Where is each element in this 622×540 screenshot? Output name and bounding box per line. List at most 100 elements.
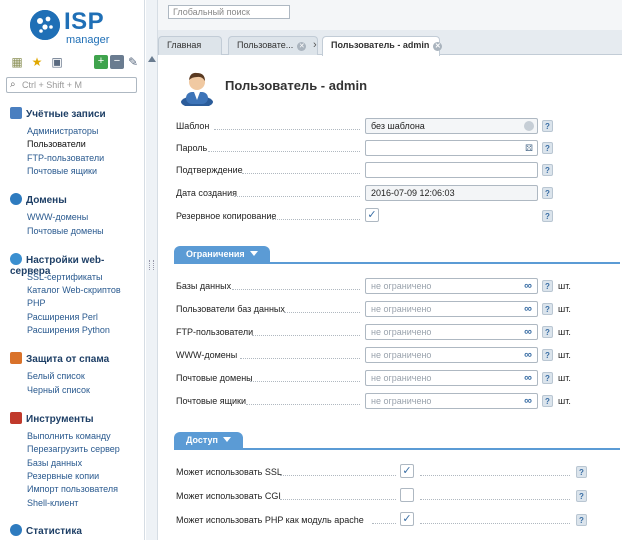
menu-item-reboot-server[interactable]: Перезагрузить сервер: [27, 444, 120, 454]
help-icon[interactable]: ?: [542, 349, 553, 361]
help-icon[interactable]: ?: [576, 466, 587, 478]
menu-item-users[interactable]: Пользователи: [27, 139, 86, 149]
menu-group-title: Статистика: [26, 526, 82, 537]
unit-label: шт.: [558, 304, 571, 314]
dotted-leader: [420, 523, 570, 524]
limit-label: Пользователи баз данных: [176, 304, 285, 314]
close-tab-icon[interactable]: ✕: [433, 42, 443, 51]
help-icon[interactable]: ?: [576, 490, 587, 502]
collapse-all-icon[interactable]: −: [110, 55, 124, 69]
section-title: Ограничения: [186, 249, 245, 259]
limit-databases-input[interactable]: не ограничено ∞: [365, 278, 538, 294]
help-icon[interactable]: ?: [542, 120, 553, 132]
global-search-input[interactable]: [168, 5, 290, 19]
infinity-icon[interactable]: ∞: [524, 349, 532, 361]
help-icon[interactable]: ?: [542, 280, 553, 292]
field-label: Пароль: [176, 143, 208, 153]
menu-item-databases[interactable]: Базы данных: [27, 458, 82, 468]
limit-mail-domains-input[interactable]: не ограничено ∞: [365, 370, 538, 386]
limit-placeholder: не ограничено: [371, 327, 432, 337]
menu-group-tools[interactable]: Инструменты: [10, 412, 94, 425]
limit-db-users-input[interactable]: не ограничено ∞: [365, 301, 538, 317]
logo[interactable]: ISP manager: [30, 8, 140, 48]
menu-item-perl-extensions[interactable]: Расширения Perl: [27, 312, 98, 322]
limit-row-db-users: Пользователи баз данных не ограничено ∞ …: [176, 301, 616, 319]
password-generator-icon[interactable]: ⚄: [525, 143, 533, 154]
tab-label: Пользовате...: [237, 40, 294, 50]
menu-item-backups[interactable]: Резервные копии: [27, 471, 99, 481]
menu-item-blacklist[interactable]: Черный список: [27, 385, 90, 395]
access-label: Может использовать PHP как модуль apache: [176, 515, 364, 525]
menu-group-domains[interactable]: Домены: [10, 193, 67, 206]
logo-icon: [30, 10, 60, 40]
infinity-icon[interactable]: ∞: [524, 303, 532, 315]
infinity-icon[interactable]: ∞: [524, 280, 532, 292]
splitter-grip-icon[interactable]: [149, 260, 154, 270]
ssl-checkbox[interactable]: ✓: [400, 464, 414, 478]
briefcase-icon[interactable]: ▣: [50, 55, 64, 69]
menu-group-statistics[interactable]: Статистика: [10, 524, 82, 537]
password-field[interactable]: ⚄: [365, 140, 538, 156]
help-icon[interactable]: ?: [542, 210, 553, 222]
menu-search-box[interactable]: ⌕: [6, 77, 137, 93]
scroll-up-arrow-icon[interactable]: [148, 56, 156, 62]
favorites-star-icon[interactable]: ★: [30, 55, 44, 69]
caret-down-icon: [249, 251, 258, 256]
menu-item-whitelist[interactable]: Белый список: [27, 371, 85, 381]
cgi-checkbox[interactable]: [400, 488, 414, 502]
limit-mailboxes-input[interactable]: не ограничено ∞: [365, 393, 538, 409]
limit-ftp-users-input[interactable]: не ограничено ∞: [365, 324, 538, 340]
limit-placeholder: не ограничено: [371, 396, 432, 406]
tools-icon: [10, 412, 22, 424]
chevron-right-icon: ›: [313, 39, 317, 51]
menu-item-mail-domains[interactable]: Почтовые домены: [27, 226, 104, 236]
access-row-ssl: Может использовать SSL ✓ ?: [176, 464, 616, 482]
menu-item-ssl-certificates[interactable]: SSL-сертификаты: [27, 272, 102, 282]
menu-item-python-extensions[interactable]: Расширения Python: [27, 325, 110, 335]
tab-label: Пользователь - admin: [331, 40, 430, 50]
php-apache-checkbox[interactable]: ✓: [400, 512, 414, 526]
menu-item-mailboxes[interactable]: Почтовые ящики: [27, 166, 97, 176]
help-icon[interactable]: ?: [542, 142, 553, 154]
sidebar-splitter[interactable]: [146, 0, 158, 540]
menu-item-shell-client[interactable]: Shell-клиент: [27, 498, 78, 508]
menu-item-php[interactable]: PHP: [27, 298, 46, 308]
infinity-icon[interactable]: ∞: [524, 395, 532, 407]
help-icon[interactable]: ?: [542, 326, 553, 338]
pin-icon[interactable]: ✎: [126, 55, 140, 69]
tab-home[interactable]: Главная: [158, 36, 222, 55]
confirm-password-field[interactable]: [365, 162, 538, 178]
tab-user-admin[interactable]: Пользователь - admin ✕: [322, 36, 443, 56]
template-select[interactable]: без шаблона: [365, 118, 538, 134]
menu-item-web-scripts-catalog[interactable]: Каталог Web-скриптов: [27, 285, 121, 295]
tab-users[interactable]: Пользовате... ✕: [228, 36, 318, 55]
help-icon[interactable]: ?: [542, 372, 553, 384]
menu-search-input[interactable]: [22, 79, 134, 91]
access-section-toggle[interactable]: Доступ: [174, 432, 243, 450]
help-icon[interactable]: ?: [542, 303, 553, 315]
limit-www-domains-input[interactable]: не ограничено ∞: [365, 347, 538, 363]
field-label: Подтверждение: [176, 165, 243, 175]
menu-item-administrators[interactable]: Администраторы: [27, 126, 98, 136]
field-backup-row: Резервное копирование ✓ ?: [176, 208, 616, 226]
dotted-leader: [420, 475, 570, 476]
menu-item-www-domains[interactable]: WWW-домены: [27, 212, 88, 222]
expand-all-icon[interactable]: +: [94, 55, 108, 69]
dotted-leader: [420, 499, 570, 500]
help-icon[interactable]: ?: [576, 514, 587, 526]
menu-item-run-command[interactable]: Выполнить команду: [27, 431, 111, 441]
menu-item-import-user[interactable]: Импорт пользователя: [27, 484, 118, 494]
help-icon[interactable]: ?: [542, 395, 553, 407]
close-tab-icon[interactable]: ✕: [297, 42, 307, 51]
menu-view-icon[interactable]: ▦: [10, 55, 24, 69]
infinity-icon[interactable]: ∞: [524, 326, 532, 338]
backup-checkbox[interactable]: ✓: [365, 208, 379, 222]
help-icon[interactable]: ?: [542, 164, 553, 176]
field-confirm-row: Подтверждение ?: [176, 162, 616, 180]
menu-group-spam-protection[interactable]: Защита от спама: [10, 352, 109, 365]
limits-section-toggle[interactable]: Ограничения: [174, 246, 270, 264]
menu-group-accounts[interactable]: Учётные записи: [10, 107, 106, 120]
help-icon[interactable]: ?: [542, 187, 553, 199]
menu-item-ftp-users[interactable]: FTP-пользователи: [27, 153, 104, 163]
infinity-icon[interactable]: ∞: [524, 372, 532, 384]
